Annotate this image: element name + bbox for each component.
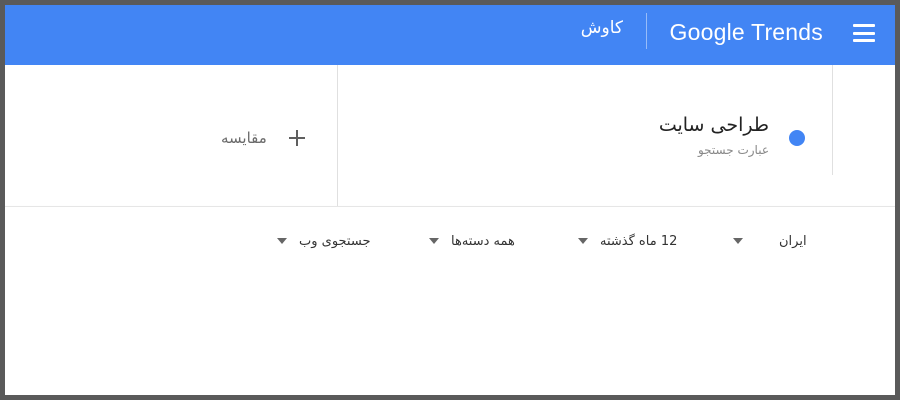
compare-label: مقایسه — [221, 129, 267, 147]
column-divider — [337, 65, 338, 206]
filter-search-type-dropdown[interactable]: جستجوی وب — [277, 230, 371, 252]
dropdown-arrow-icon — [277, 238, 287, 244]
filter-region-dropdown[interactable]: ایران — [733, 230, 807, 252]
filter-time-dropdown[interactable]: 12 ماه گذشته — [578, 230, 677, 252]
compare-button[interactable]: مقایسه — [221, 126, 305, 150]
filters-bar: ایران 12 ماه گذشته همه دسته‌ها جستجوی وب — [5, 206, 895, 279]
explore-link[interactable]: کاوش — [581, 18, 623, 38]
column-divider — [832, 65, 833, 175]
search-term-title[interactable]: طراحی سایت — [659, 114, 769, 136]
filter-search-type-label: جستجوی وب — [299, 233, 371, 249]
filter-region-label: ایران — [779, 233, 807, 249]
plus-icon — [288, 130, 305, 146]
trends-page: Google Trends کاوش طراحی سایت عبارت جستج… — [5, 5, 895, 395]
content-area — [5, 279, 895, 395]
google-trends-logo[interactable]: Google Trends — [670, 19, 823, 49]
dropdown-arrow-icon — [733, 238, 743, 244]
dropdown-arrow-icon — [578, 238, 588, 244]
filter-category-dropdown[interactable]: همه دسته‌ها — [429, 230, 515, 252]
search-terms-panel: طراحی سایت عبارت جستجو مقایسه — [5, 65, 895, 206]
app-header: Google Trends کاوش — [5, 5, 895, 65]
hamburger-menu-icon[interactable] — [853, 24, 875, 42]
filter-time-label: 12 ماه گذشته — [600, 233, 678, 249]
header-divider — [646, 13, 647, 49]
search-term-subtitle: عبارت جستجو — [697, 143, 769, 157]
filter-category-label: همه دسته‌ها — [451, 233, 515, 249]
series-color-dot — [789, 130, 805, 146]
dropdown-arrow-icon — [429, 238, 439, 244]
